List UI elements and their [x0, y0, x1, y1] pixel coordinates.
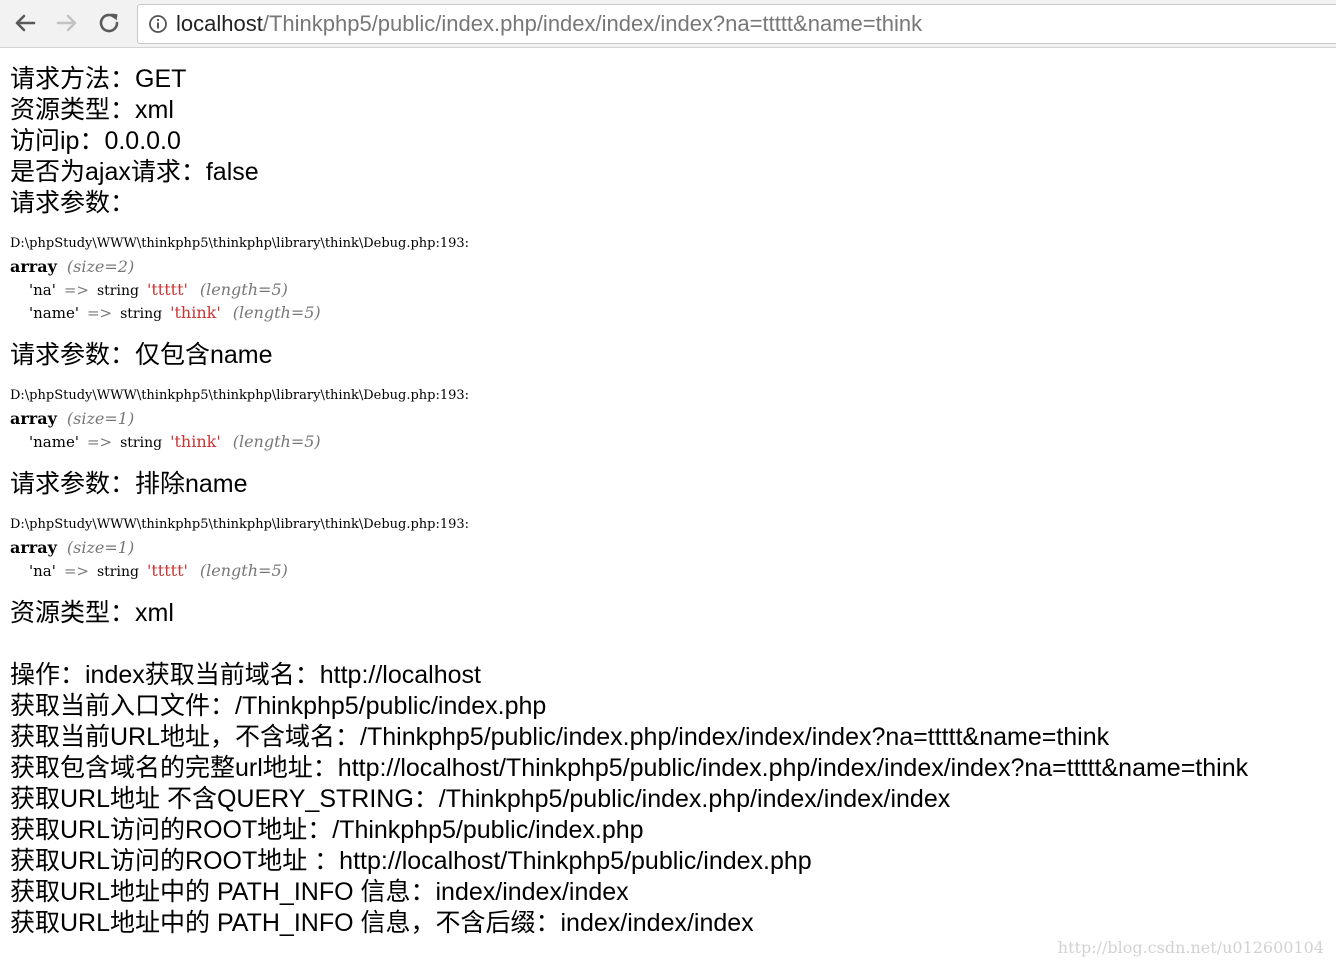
var-dump-except-name: D:\phpStudy\WWW\thinkphp5\thinkphp\libra… — [10, 514, 1330, 582]
url-path: /Thinkphp5/public/index.php/index/index/… — [262, 11, 923, 36]
entry-key: 'na' — [29, 562, 56, 580]
request-params-except-heading: 请求参数：排除name — [10, 470, 248, 498]
entry-key: 'name' — [29, 304, 79, 322]
url-no-domain-line: 获取当前URL地址，不含域名：/Thinkphp5/public/index.p… — [10, 723, 1110, 751]
entry-type: string — [97, 283, 139, 299]
array-size: (size=1) — [66, 538, 135, 557]
arrow-right-icon — [56, 14, 77, 32]
entry-length: (length=5) — [199, 561, 288, 580]
entry-key: 'name' — [29, 433, 79, 451]
entry-length: (length=5) — [232, 432, 321, 451]
array-keyword: array — [10, 538, 57, 557]
entry-value: 'ttttt' — [146, 561, 188, 580]
arrow-left-icon — [15, 14, 36, 32]
url-no-query-line: 获取URL地址 不含QUERY_STRING：/Thinkphp5/public… — [10, 785, 951, 813]
array-keyword: array — [10, 409, 57, 428]
array-header: array (size=1) — [10, 407, 1330, 430]
is-ajax-line: 是否为ajax请求：false — [10, 158, 259, 186]
debug-path: D:\phpStudy\WWW\thinkphp5\thinkphp\libra… — [10, 388, 470, 403]
reload-button[interactable] — [92, 6, 126, 40]
entry-length: (length=5) — [199, 280, 288, 299]
entry-value: 'think' — [170, 303, 221, 322]
entry-value: 'think' — [170, 432, 221, 451]
array-keyword: array — [10, 257, 57, 276]
dump-entry: 'name' => string 'think' (length=5) — [10, 430, 1330, 453]
dump-entry: 'na' => string 'ttttt' (length=5) — [10, 559, 1330, 582]
back-button[interactable] — [8, 6, 42, 40]
dump-entry: 'na' => string 'ttttt' (length=5) — [10, 278, 1330, 301]
entry-length: (length=5) — [232, 303, 321, 322]
array-header: array (size=1) — [10, 536, 1330, 559]
address-bar[interactable]: localhost/Thinkphp5/public/index.php/ind… — [137, 4, 1336, 44]
entry-type: string — [120, 435, 163, 451]
forward-button[interactable] — [50, 6, 84, 40]
root-full-line: 获取URL访问的ROOT地址 ：http://localhost/Thinkph… — [10, 847, 812, 875]
path-info-line: 获取URL地址中的 PATH_INFO 信息：index/index/index — [10, 878, 629, 906]
entry-arrow: => — [63, 281, 89, 299]
debug-path: D:\phpStudy\WWW\thinkphp5\thinkphp\libra… — [10, 236, 470, 251]
request-params-only-heading: 请求参数：仅包含name — [10, 341, 273, 369]
entry-arrow: => — [86, 433, 113, 451]
entry-arrow: => — [86, 304, 113, 322]
access-ip-line: 访问ip：0.0.0.0 — [10, 127, 181, 155]
url-host: localhost — [176, 11, 263, 36]
entry-arrow: => — [63, 562, 89, 580]
array-size: (size=2) — [66, 257, 135, 276]
resource-type-line: 资源类型：xml — [10, 96, 174, 124]
request-method-line: 请求方法：GET — [10, 65, 187, 93]
var-dump-only-name: D:\phpStudy\WWW\thinkphp5\thinkphp\libra… — [10, 385, 1330, 453]
reload-icon — [99, 13, 119, 33]
entry-file-line: 获取当前入口文件：/Thinkphp5/public/index.php — [10, 692, 547, 720]
url-text[interactable]: localhost/Thinkphp5/public/index.php/ind… — [176, 5, 922, 43]
entry-value: 'ttttt' — [146, 280, 188, 299]
full-url-line: 获取包含域名的完整url地址：http://localhost/Thinkphp… — [10, 754, 1249, 782]
dump-entry: 'name' => string 'think' (length=5) — [10, 301, 1330, 324]
info-circle-icon[interactable] — [148, 14, 168, 34]
array-size: (size=1) — [66, 409, 135, 428]
page-content: 请求方法：GET 资源类型：xml 访问ip：0.0.0.0 是否为ajax请求… — [10, 64, 1330, 939]
entry-type: string — [120, 306, 163, 322]
entry-key: 'na' — [29, 281, 56, 299]
root-line: 获取URL访问的ROOT地址：/Thinkphp5/public/index.p… — [10, 816, 644, 844]
entry-type: string — [97, 564, 139, 580]
request-params-heading: 请求参数： — [10, 189, 136, 217]
resource-type-line-2: 资源类型：xml — [10, 599, 174, 627]
watermark: http://blog.csdn.net/u012600104 — [1057, 938, 1324, 957]
path-info-no-suffix-line: 获取URL地址中的 PATH_INFO 信息，不含后缀：index/index/… — [10, 909, 754, 937]
browser-toolbar: localhost/Thinkphp5/public/index.php/ind… — [0, 0, 1336, 48]
array-header: array (size=2) — [10, 255, 1330, 278]
domain-line: 操作：index获取当前域名：http://localhost — [10, 661, 481, 689]
var-dump-all-params: D:\phpStudy\WWW\thinkphp5\thinkphp\libra… — [10, 233, 1330, 324]
debug-path: D:\phpStudy\WWW\thinkphp5\thinkphp\libra… — [10, 517, 470, 532]
